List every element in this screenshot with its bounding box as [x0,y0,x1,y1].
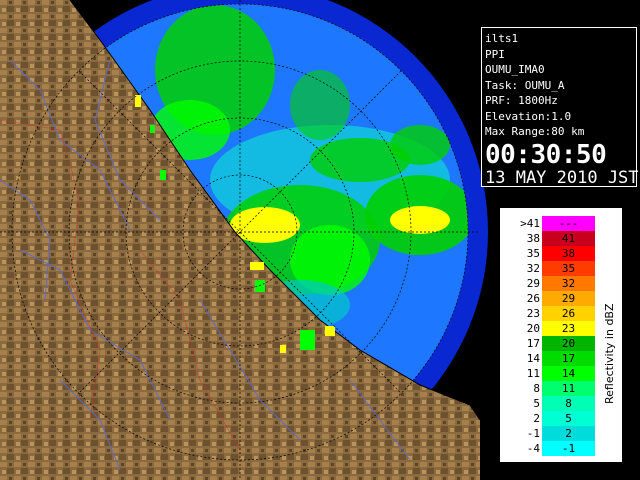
legend-high-value: 26 [561,307,576,320]
prf-value: PRF: 1800Hz [485,94,558,107]
legend-high-value: 38 [561,247,576,260]
legend-high-value: 8 [565,397,572,410]
legend-low-value: 17 [526,337,540,350]
legend-row: 29 32 [510,276,596,291]
legend-low-value: 8 [533,382,540,395]
legend-row: 11 14 [510,366,596,381]
legend-high-value: 35 [561,262,576,275]
legend-high-value: 20 [561,337,576,350]
legend-low-value: 38 [526,232,540,245]
legend-high-value: 29 [561,292,576,305]
legend-high-value: 32 [561,277,576,290]
scan-date: 13 MAY 2010 JST [485,167,639,188]
legend-low-value: -4 [526,442,540,455]
legend-row: 32 35 [510,261,596,276]
legend-low-value: 11 [526,367,540,380]
legend-row: 26 29 [510,291,596,306]
legend-high-value: 17 [561,352,576,365]
legend-low-value: 29 [526,277,540,290]
scan-info-panel: ilts1 PPI OUMU_IMA0 Task: OUMU_A PRF: 18… [481,27,639,188]
legend-row: 23 26 [510,306,596,321]
legend-low-value: 2 [533,412,540,425]
elevation-value: Elevation:1.0 [485,109,572,123]
legend-low-value: 35 [526,247,540,260]
legend-low-value: 26 [526,292,540,305]
legend-high-value: 2 [565,427,572,440]
legend-low-value: 5 [533,397,540,410]
legend-high-value: 5 [565,412,572,425]
legend-row: -4 -1 [510,441,596,456]
legend-high-value: 41 [561,232,576,245]
legend-low-value: >41 [520,217,540,230]
station-name: ilts1 [485,32,519,45]
legend-row: 25 [510,411,596,426]
legend-row: 58 [510,396,596,411]
legend-high-value: 11 [561,382,576,395]
legend-high-value: 23 [561,322,576,335]
legend-low-value: 14 [526,352,540,365]
legend-high-value: -1 [561,442,576,455]
site-name: OUMU_IMA0 [485,63,545,76]
legend-row: 17 20 [510,336,596,351]
radar-display: ilts1 PPI OUMU_IMA0 Task: OUMU_A PRF: 18… [0,0,640,480]
legend-row: >41 --- [510,216,596,231]
legend-row: 20 23 [510,321,596,336]
legend-low-value: 32 [526,262,540,275]
task-name: Task: OUMU_A [485,78,565,92]
legend-low-value: 20 [526,322,540,335]
legend-row: 14 17 [510,351,596,366]
legend-row: 38 41 [510,231,596,246]
legend-row: -1 2 [510,426,596,441]
legend-row: 8 11 [510,381,596,396]
legend-high-value: 14 [561,367,576,380]
scan-time: 00:30:50 [485,139,607,170]
legend-low-value: -1 [526,427,540,440]
legend-row: 35 38 [510,246,596,261]
legend-low-value: 23 [526,307,540,320]
legend-high-value: --- [558,217,579,230]
scan-mode: PPI [485,47,505,61]
legend-title: Reflectivity in dBZ [603,303,616,404]
max-range-value: Max Range:80 km [485,125,585,138]
